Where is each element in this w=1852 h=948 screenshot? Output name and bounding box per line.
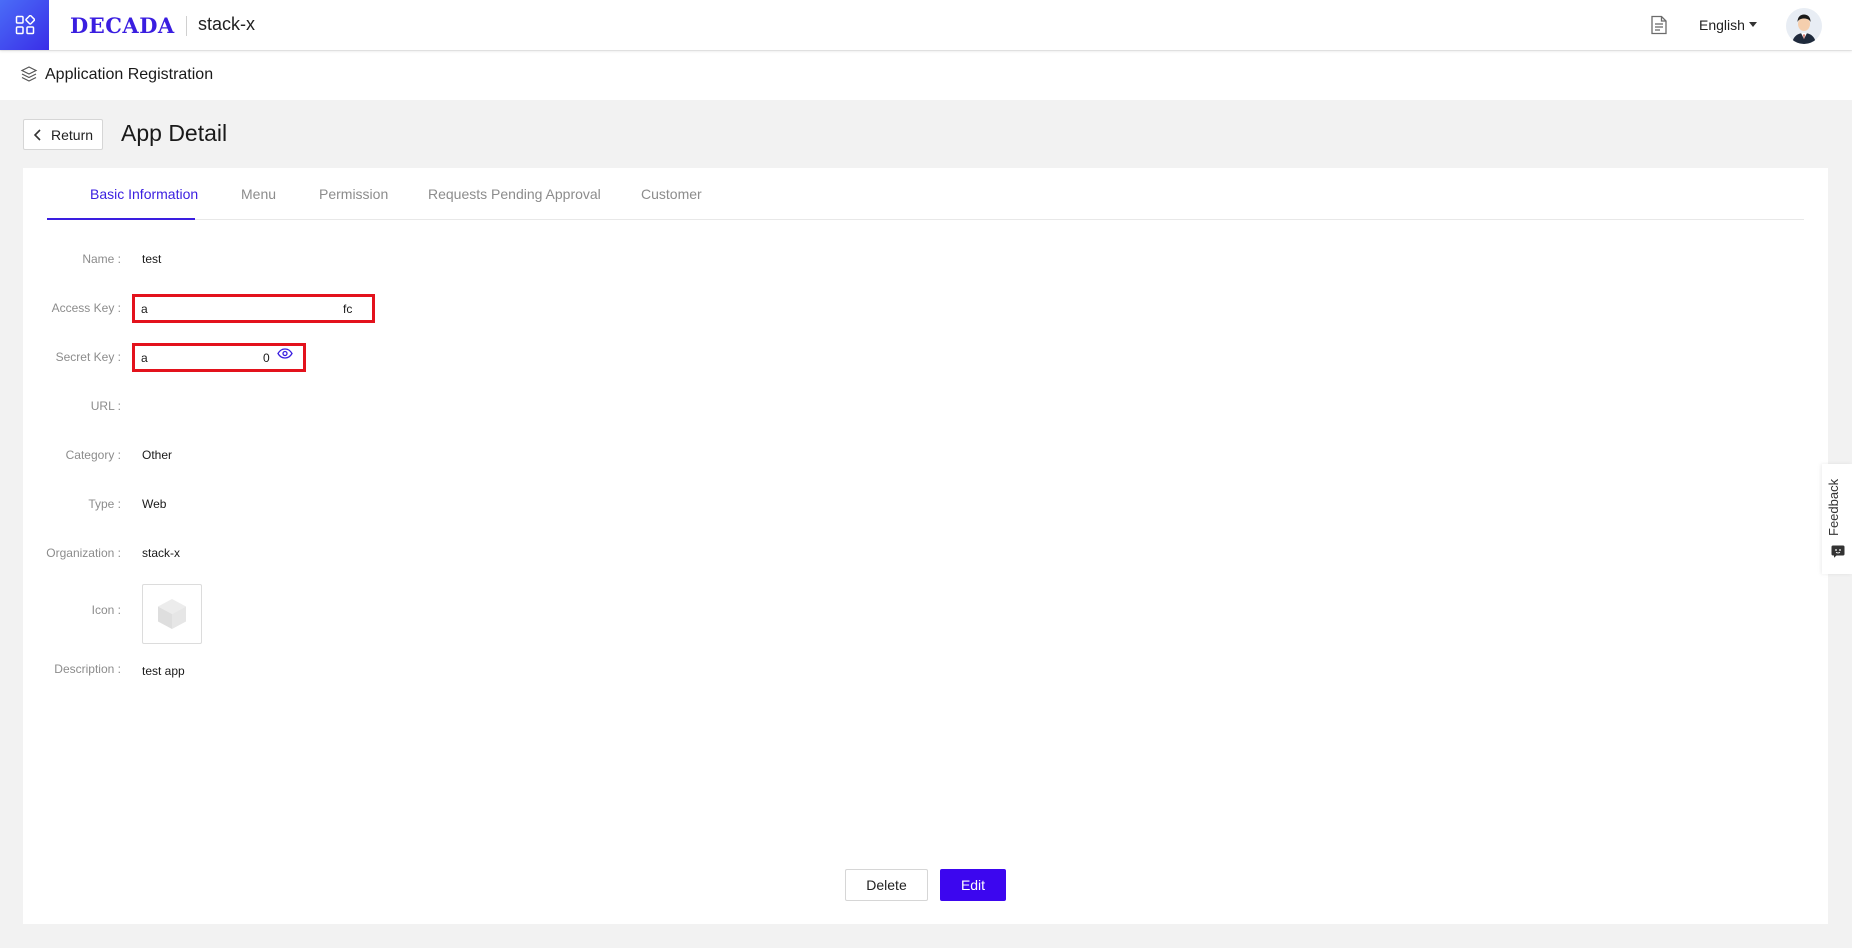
app-detail-card: Basic Information Menu Permission Reques… xyxy=(23,168,1828,924)
eye-icon[interactable] xyxy=(277,346,293,364)
description-label: Description : xyxy=(54,662,121,676)
access-key-value: a fc xyxy=(132,294,375,323)
type-label: Type : xyxy=(88,497,121,511)
cube-icon xyxy=(158,599,186,629)
top-header: DECADA stack-x English xyxy=(0,0,1852,50)
active-tab-indicator xyxy=(47,218,195,220)
name-value: test xyxy=(142,252,162,266)
chevron-left-icon xyxy=(33,128,41,141)
organization-label: Organization : xyxy=(46,546,121,560)
header-divider xyxy=(186,16,187,36)
tab-bar: Basic Information Menu Permission Reques… xyxy=(47,168,1804,220)
decada-logo[interactable]: DECADA xyxy=(70,13,175,38)
tenant-name: stack-x xyxy=(198,14,256,34)
page-title: App Detail xyxy=(121,120,228,146)
breadcrumb-title[interactable]: Application Registration xyxy=(45,66,213,84)
access-key-end: fc xyxy=(343,302,353,316)
feedback-label: Feedback xyxy=(1826,478,1841,536)
secret-key-end: 0 xyxy=(263,351,270,365)
access-key-start: a xyxy=(141,302,148,316)
chat-icon xyxy=(1831,545,1845,563)
caret-down-icon xyxy=(1748,22,1757,27)
app-switcher-button[interactable] xyxy=(0,0,49,50)
description-value: test app xyxy=(142,664,185,678)
edit-button[interactable]: Edit xyxy=(940,869,1006,901)
document-icon[interactable] xyxy=(1650,15,1668,40)
type-value: Web xyxy=(142,497,167,511)
user-avatar[interactable] xyxy=(1786,8,1822,44)
delete-button[interactable]: Delete xyxy=(845,869,928,901)
url-label: URL : xyxy=(90,399,121,413)
app-icon-preview xyxy=(142,584,202,644)
return-button[interactable]: Return xyxy=(23,119,103,150)
secret-key-label: Secret Key : xyxy=(55,350,121,364)
name-label: Name : xyxy=(82,252,121,266)
tab-permission[interactable]: Permission xyxy=(319,186,388,202)
return-label: Return xyxy=(51,126,94,143)
secret-key-start: a xyxy=(141,351,148,365)
feedback-tab[interactable]: Feedback xyxy=(1822,464,1852,574)
tab-menu[interactable]: Menu xyxy=(241,186,276,202)
organization-value: stack-x xyxy=(142,546,181,560)
category-value: Other xyxy=(142,448,173,462)
breadcrumb: Application Registration xyxy=(0,51,1852,100)
language-selector[interactable]: English xyxy=(1699,17,1757,33)
grid-icon xyxy=(15,15,35,35)
category-label: Category : xyxy=(65,448,121,462)
tab-basic-information[interactable]: Basic Information xyxy=(90,186,198,202)
tab-customer[interactable]: Customer xyxy=(641,186,702,202)
language-label: English xyxy=(1699,17,1745,33)
tab-requests-pending-approval[interactable]: Requests Pending Approval xyxy=(428,186,601,202)
layers-icon xyxy=(20,65,38,88)
access-key-label: Access Key : xyxy=(51,301,121,315)
icon-label: Icon : xyxy=(91,603,121,617)
